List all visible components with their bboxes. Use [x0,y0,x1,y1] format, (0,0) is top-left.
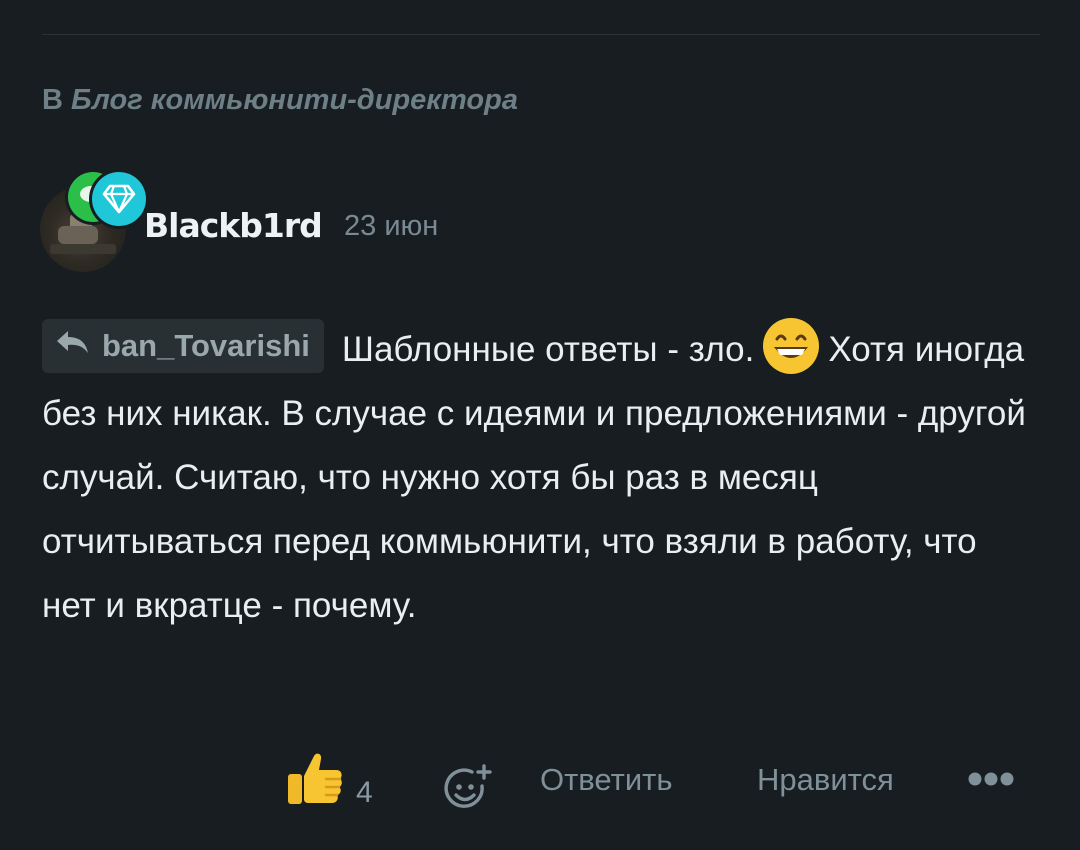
reply-to-chip[interactable]: ban_Tovarishi [42,318,324,373]
grinning-face-emoji-icon [762,317,820,375]
blog-link[interactable]: Блог коммьюнити-директора [71,84,518,116]
comment-text-part2: Хотя иногда без них никак. В случае с ид… [42,330,1026,625]
comment-date: 23 июн [344,210,439,242]
blog-prefix: В [42,84,63,116]
comment-body: ban_Tovarishi Шаблонные ответы - зло. Хот… [42,317,1032,638]
like-count: 4 [356,776,373,809]
author-username[interactable]: Blackb1rd [144,206,323,245]
diamond-badge-icon [92,172,146,226]
blog-breadcrumb[interactable]: В Блог коммьюнити-директора [42,84,518,117]
like-button[interactable]: Нравится [757,762,894,798]
reply-to-username: ban_Tovarishi [102,327,310,363]
top-divider [42,34,1040,35]
add-reaction-icon[interactable] [442,764,494,821]
more-options-icon[interactable] [968,772,1014,791]
reply-arrow-icon [54,318,92,372]
comment-text-part1: Шаблонные ответы - зло. [341,330,755,369]
reply-button[interactable]: Ответить [540,762,673,798]
comment-actions: 4 Ответить Нравится [0,746,1080,816]
thumbs-up-icon[interactable] [286,750,346,813]
comment-header: Blackb1rd 23 июн [40,172,740,272]
